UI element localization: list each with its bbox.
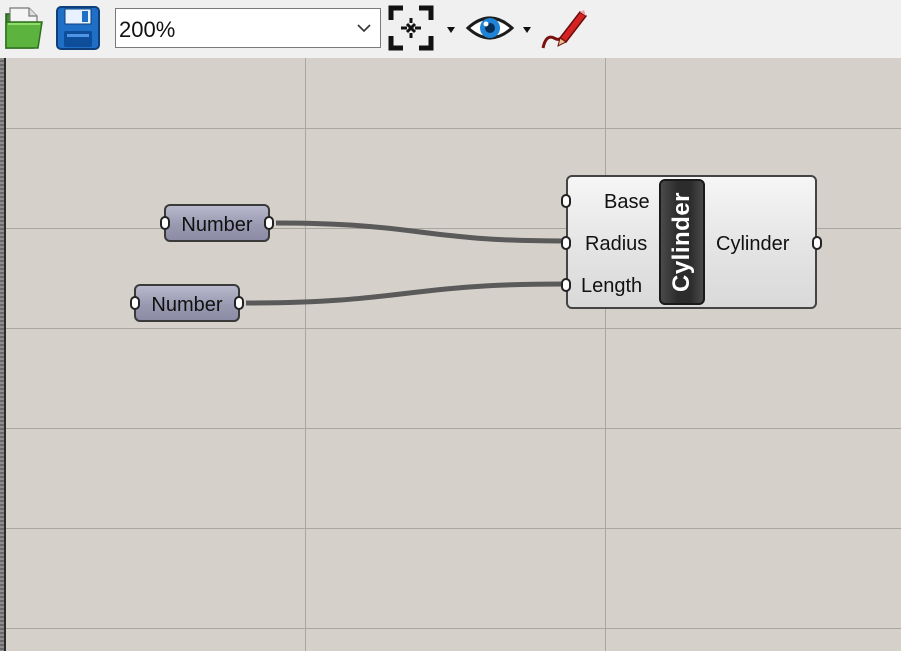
zoom-select[interactable]: 200% [115, 8, 381, 48]
dropdown-arrow-icon[interactable] [522, 26, 532, 34]
zoom-extents-icon[interactable] [387, 4, 435, 52]
input-grip[interactable] [160, 216, 170, 230]
eye-preview-icon[interactable] [465, 4, 515, 52]
output-label-cylinder: Cylinder [716, 233, 790, 255]
toolbar: 200% [0, 0, 901, 59]
input-grip-radius[interactable] [561, 236, 571, 250]
component-name: Cylinder [668, 191, 695, 293]
save-disk-icon[interactable] [55, 4, 101, 52]
input-grip[interactable] [130, 296, 140, 310]
input-grip-length[interactable] [561, 278, 571, 292]
cylinder-component[interactable]: Base Radius Length Cylinder Cylinder [561, 175, 822, 309]
wire-number-to-length[interactable] [245, 281, 564, 306]
zoom-value: 200% [119, 17, 176, 42]
number-param-label: Number [181, 214, 253, 236]
canvas[interactable]: Number Number Base Radius Length Cylinde… [0, 58, 901, 651]
output-grip[interactable] [234, 296, 244, 310]
number-param-label: Number [151, 294, 223, 316]
dropdown-arrow-icon[interactable] [446, 26, 456, 34]
output-grip[interactable] [264, 216, 274, 230]
wire-number-to-radius[interactable] [275, 220, 564, 244]
open-folder-icon[interactable] [3, 4, 45, 52]
component-name-badge: Cylinder [659, 179, 705, 305]
wires [245, 220, 564, 306]
output-grip-cylinder[interactable] [812, 236, 822, 250]
sketch-pen-icon[interactable] [540, 4, 588, 52]
number-param[interactable]: Number [130, 284, 244, 322]
input-grip-base[interactable] [561, 194, 571, 208]
chevron-down-icon [357, 24, 371, 33]
input-label-length: Length [581, 275, 643, 297]
number-param[interactable]: Number [160, 204, 274, 242]
input-label-base: Base [604, 191, 650, 213]
input-label-radius: Radius [585, 233, 648, 255]
